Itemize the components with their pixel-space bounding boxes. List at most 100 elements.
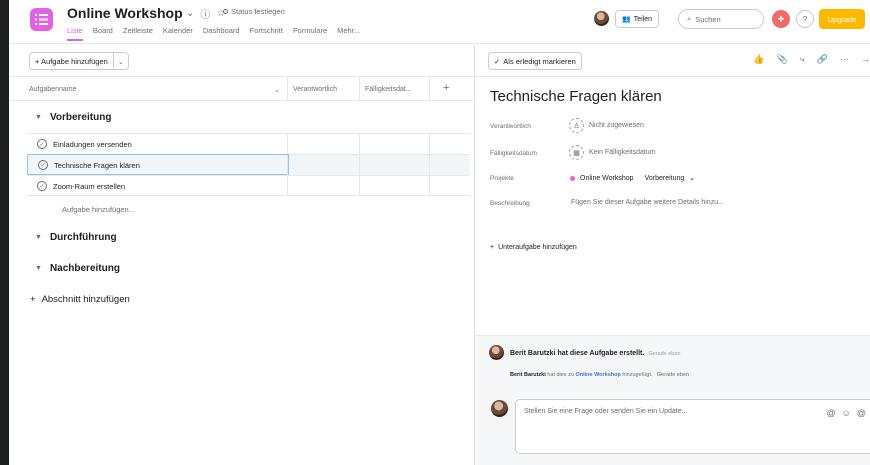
status-button[interactable]: Status festlegen: [223, 7, 285, 16]
plus-icon: +: [490, 244, 495, 251]
due-date-field[interactable]: ▦ Kein Fälligkeitsdatum: [569, 145, 656, 160]
check-circle-icon[interactable]: ✓: [37, 139, 47, 149]
project-tabs: Liste Board Zeitleiste Kalender Dashboar…: [67, 26, 360, 41]
mention-icon[interactable]: @: [827, 408, 836, 418]
tab-liste[interactable]: Liste: [67, 26, 83, 41]
tab-fortschritt[interactable]: Fortschritt: [250, 26, 283, 41]
assignee-label: Verantwortlich: [490, 123, 531, 130]
task-detail-pane: ✓ Als erledigt markieren 👍 📎 ⤷ 🔗 ··· → T…: [474, 45, 870, 465]
check-icon: ✓: [494, 56, 501, 66]
project-title[interactable]: Online Workshop: [67, 5, 183, 21]
share-button[interactable]: 👥 Teilen: [615, 10, 660, 28]
description-input[interactable]: Fügen Sie dieser Aufgabe weitere Details…: [571, 199, 724, 206]
activity-created: Berit Barutzki hat diese Aufgabe erstell…: [510, 350, 680, 357]
section-title: Nachbereitung: [49, 263, 120, 274]
add-task-label[interactable]: + Aufgabe hinzufügen: [30, 53, 114, 69]
column-assignee[interactable]: Verantwortlich: [293, 86, 337, 93]
column-due-date[interactable]: Fälligkeitsdat...: [365, 86, 412, 93]
share-label: Teilen: [633, 15, 653, 23]
task-row-cells: [287, 154, 470, 175]
task-title[interactable]: Technische Fragen klären: [490, 88, 662, 105]
section-title: Durchführung: [49, 232, 117, 243]
chevron-down-icon[interactable]: ⌄: [186, 8, 194, 19]
quick-add-button[interactable]: +: [772, 10, 790, 28]
subtask-icon[interactable]: ⤷: [800, 54, 805, 65]
project-list-icon[interactable]: [30, 8, 53, 31]
activity-user[interactable]: Berit Barutzki: [510, 372, 546, 378]
plus-icon: +: [30, 294, 36, 305]
triangle-down-icon[interactable]: ▼: [35, 114, 42, 121]
column-task-name[interactable]: Aufgabenname: [29, 86, 76, 93]
task-name[interactable]: Einladungen versenden: [53, 140, 132, 149]
search-placeholder: Suchen: [695, 14, 721, 24]
project-tag[interactable]: Online Workshop Vorbereitung ⌄: [570, 174, 695, 182]
upgrade-button[interactable]: Upgrade: [819, 9, 865, 29]
help-button[interactable]: ?: [796, 10, 814, 28]
task-row[interactable]: ✓ Einladungen versenden: [27, 133, 470, 154]
chevron-down-icon[interactable]: ⌄: [114, 53, 128, 69]
activity-added-time: Gerade eben: [656, 372, 690, 378]
calendar-icon: ▦: [569, 145, 584, 160]
emoji-icon[interactable]: ☺: [842, 408, 851, 418]
chevron-down-icon[interactable]: ⌄: [689, 174, 695, 182]
add-section-label: Abschnitt hinzufügen: [41, 294, 130, 305]
avatar: [491, 400, 508, 417]
link-icon[interactable]: 🔗: [817, 54, 828, 65]
section-vorbereitung[interactable]: ▼ Vorbereitung: [35, 112, 111, 123]
person-icon: ♙: [569, 118, 584, 133]
chevron-down-icon[interactable]: ⌄: [274, 86, 280, 94]
activity-feed: Berit Barutzki hat diese Aufgabe erstell…: [475, 335, 870, 465]
task-name[interactable]: Technische Fragen klären: [54, 161, 140, 170]
triangle-down-icon[interactable]: ▼: [35, 265, 42, 272]
search-icon: ⌕: [687, 14, 692, 23]
project-section[interactable]: Vorbereitung: [645, 175, 685, 182]
comment-placeholder: Stellen Sie eine Frage oder senden Sie e…: [524, 408, 688, 415]
activity-added: Berit Barutzki hat dies zu Online Worksh…: [510, 372, 689, 378]
description-label: Beschreibung: [490, 200, 530, 207]
add-column-button[interactable]: +: [443, 82, 449, 94]
due-date-value: Kein Fälligkeitsdatum: [589, 149, 656, 156]
tab-kalender[interactable]: Kalender: [163, 26, 193, 41]
activity-created-text: Berit Barutzki hat diese Aufgabe erstell…: [510, 350, 645, 357]
add-subtask-button[interactable]: + Unteraufgabe hinzufügen: [490, 244, 577, 251]
mention-icon-2[interactable]: @: [857, 408, 866, 418]
project-header: Online Workshop ⌄ ⓘ ☆ Status festlegen L…: [9, 0, 870, 44]
close-pane-icon[interactable]: →: [861, 54, 870, 65]
status-label: Status festlegen: [231, 7, 285, 16]
triangle-down-icon[interactable]: ▼: [35, 234, 42, 241]
comment-input[interactable]: Stellen Sie eine Frage oder senden Sie e…: [515, 399, 870, 454]
status-circle-icon: [223, 9, 228, 14]
like-icon[interactable]: 👍: [753, 54, 764, 65]
add-section-button[interactable]: + Abschnitt hinzufügen: [30, 294, 130, 305]
tab-zeitleiste[interactable]: Zeitleiste: [123, 26, 153, 41]
activity-project-link[interactable]: Online Workshop: [575, 372, 620, 378]
assignee-field[interactable]: ♙ Nicht zugewiesen: [569, 118, 644, 133]
add-task-inline[interactable]: Aufgabe hinzufügen...: [62, 205, 135, 214]
info-icon[interactable]: ⓘ: [200, 6, 210, 21]
tab-formulare[interactable]: Formulare: [293, 26, 327, 41]
left-sidebar-edge: [0, 0, 9, 465]
tab-dashboard[interactable]: Dashboard: [203, 26, 240, 41]
due-date-label: Fälligkeitsdatum: [490, 150, 537, 157]
check-circle-icon[interactable]: ✓: [37, 181, 47, 191]
task-list-pane: + Aufgabe hinzufügen ⌄ Aufgabenname ⌄ Ve…: [9, 45, 474, 465]
member-avatar[interactable]: [594, 11, 609, 26]
tab-mehr[interactable]: Mehr...: [337, 26, 360, 41]
tab-board[interactable]: Board: [93, 26, 113, 41]
add-task-button[interactable]: + Aufgabe hinzufügen ⌄: [29, 52, 130, 70]
projects-label: Projekte: [490, 175, 514, 182]
task-row-selected[interactable]: ✓ Technische Fragen klären: [27, 154, 289, 175]
activity-time: Gerade eben: [648, 351, 681, 357]
avatar: [489, 345, 504, 360]
attachment-icon[interactable]: 📎: [777, 54, 788, 65]
description-placeholder: Fügen Sie dieser Aufgabe weitere Details…: [571, 199, 724, 206]
search-input[interactable]: ⌕ Suchen: [678, 9, 764, 29]
more-icon[interactable]: ···: [840, 54, 849, 65]
task-row[interactable]: ✓ Zoom-Raum erstellen: [27, 175, 470, 196]
check-circle-icon[interactable]: ✓: [38, 160, 48, 170]
section-nachbereitung[interactable]: ▼ Nachbereitung: [35, 263, 120, 274]
section-durchfuehrung[interactable]: ▼ Durchführung: [35, 232, 117, 243]
mark-complete-button[interactable]: ✓ Als erledigt markieren: [488, 52, 582, 70]
task-name[interactable]: Zoom-Raum erstellen: [53, 182, 125, 191]
people-icon: 👥: [622, 16, 631, 23]
